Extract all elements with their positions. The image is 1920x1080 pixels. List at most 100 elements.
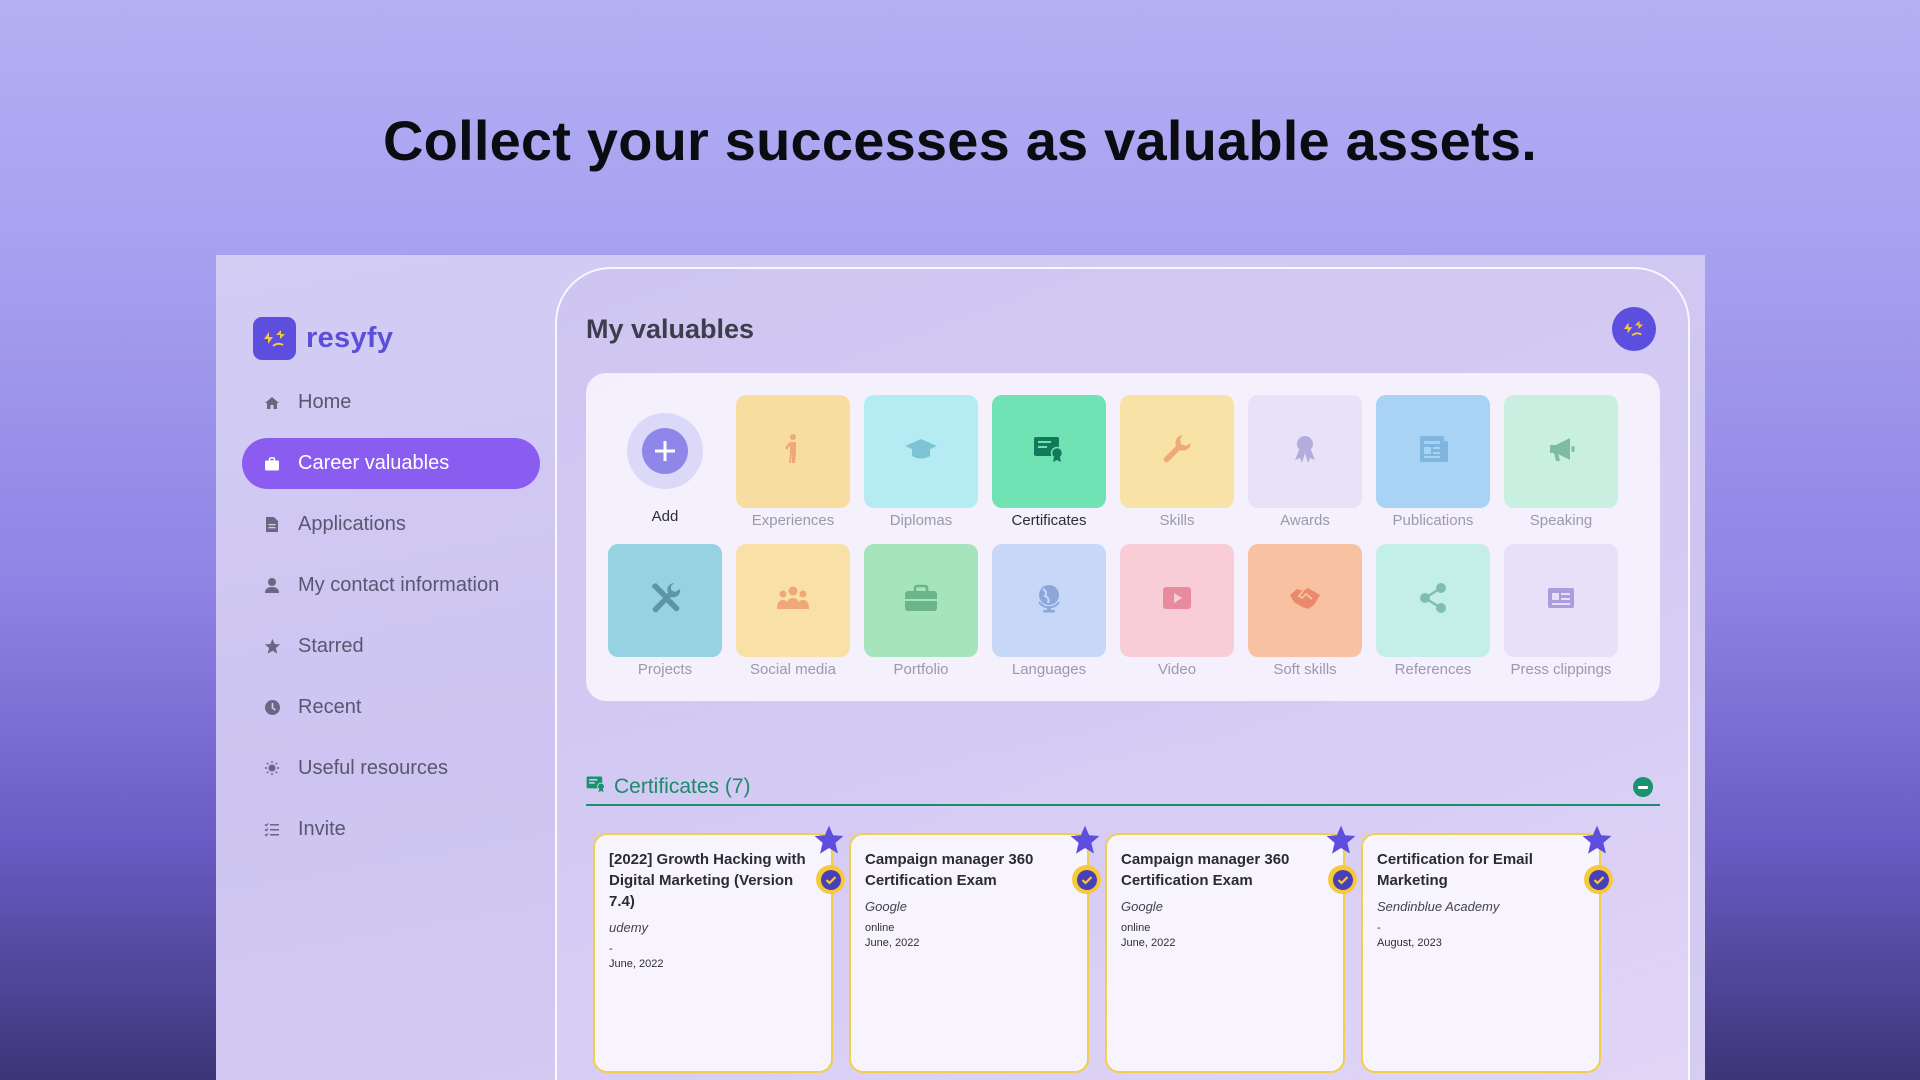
logo[interactable]: resyfy (253, 317, 393, 360)
sidebar-item-label: Invite (298, 818, 346, 840)
sidebar-item-recent[interactable]: Recent (242, 682, 540, 733)
star-icon (262, 637, 282, 657)
category-skills[interactable]: Skills (1120, 395, 1234, 529)
category-label: Publications (1392, 512, 1474, 529)
person-icon (262, 576, 282, 596)
star-icon[interactable] (1069, 824, 1101, 861)
card-date: June, 2022 (865, 937, 920, 949)
people-icon (776, 585, 810, 616)
star-icon[interactable] (1325, 824, 1357, 861)
document-icon (262, 515, 282, 535)
sidebar: resyfy Home Career valuables Application… (216, 255, 546, 1080)
sidebar-item-applications[interactable]: Applications (242, 499, 540, 550)
globe-icon (1034, 582, 1064, 619)
category-awards[interactable]: Awards (1248, 395, 1362, 529)
category-publications[interactable]: Publications (1376, 395, 1490, 529)
certificate-card[interactable]: Certification for Email Marketing Sendin… (1361, 825, 1613, 1073)
person-walking-icon (781, 433, 805, 470)
certificate-icon (1033, 435, 1065, 468)
add-label: Add (651, 508, 679, 525)
category-label: Certificates (1011, 512, 1087, 529)
card-issuer: Sendinblue Academy (1377, 899, 1500, 914)
home-icon (262, 393, 282, 413)
verified-badge-icon (1072, 865, 1101, 894)
category-tile (1376, 544, 1490, 657)
category-tile (1504, 544, 1618, 657)
list-check-icon (262, 820, 282, 840)
category-label: References (1394, 661, 1472, 678)
sidebar-item-label: Recent (298, 696, 362, 718)
sidebar-item-home[interactable]: Home (242, 377, 540, 428)
category-label: Diplomas (889, 512, 953, 529)
category-tile (1248, 395, 1362, 508)
id-card-icon (1547, 586, 1575, 615)
sidebar-item-invite[interactable]: Invite (242, 804, 540, 855)
category-tile (864, 544, 978, 657)
sidebar-item-label: Applications (298, 513, 406, 535)
certificate-card[interactable]: Campaign manager 360 Certification Exam … (849, 825, 1101, 1073)
category-tile (864, 395, 978, 508)
category-label: Soft skills (1273, 661, 1337, 678)
category-languages[interactable]: Languages (992, 544, 1106, 678)
share-icon (1418, 582, 1448, 619)
certificate-card[interactable]: Campaign manager 360 Certification Exam … (1105, 825, 1357, 1073)
category-portfolio[interactable]: Portfolio (864, 544, 978, 678)
lightbulb-icon (262, 759, 282, 779)
sidebar-item-career-valuables[interactable]: Career valuables (242, 438, 540, 489)
category-tile (1120, 395, 1234, 508)
card-issuer: udemy (609, 920, 649, 935)
sidebar-item-useful-resources[interactable]: Useful resources (242, 743, 540, 794)
category-label: Projects (637, 661, 693, 678)
category-certificates[interactable]: Certificates (992, 395, 1106, 529)
category-diplomas[interactable]: Diplomas (864, 395, 978, 529)
avatar[interactable] (1612, 307, 1656, 351)
sidebar-nav: Home Career valuables Applications My co… (242, 377, 540, 865)
category-soft-skills[interactable]: Soft skills (1248, 544, 1362, 678)
add-valuable-button[interactable]: Add (608, 395, 722, 525)
sidebar-item-contact-information[interactable]: My contact information (242, 560, 540, 611)
verified-badge-icon (1328, 865, 1357, 894)
card-title: [2022] Growth Hacking with Digital Marke… (609, 851, 806, 910)
play-icon (1162, 586, 1192, 615)
category-projects[interactable]: Projects (608, 544, 722, 678)
page-title: My valuables (586, 314, 755, 344)
certificate-card[interactable]: [2022] Growth Hacking with Digital Marke… (593, 825, 845, 1073)
handshake-icon (1288, 585, 1322, 616)
category-label: Video (1157, 661, 1197, 678)
card-title: Certification for Email Marketing (1377, 851, 1533, 889)
card-location: - (1377, 922, 1381, 934)
category-video[interactable]: Video (1120, 544, 1234, 678)
category-tile (992, 544, 1106, 657)
sidebar-item-label: Career valuables (298, 452, 450, 474)
category-label: Awards (1280, 512, 1330, 529)
card-date: August, 2023 (1377, 937, 1442, 949)
card-issuer: Google (1121, 899, 1163, 914)
category-press-clippings[interactable]: Press clippings (1504, 544, 1618, 678)
briefcase-icon (262, 454, 282, 474)
category-references[interactable]: References (1376, 544, 1490, 678)
star-icon[interactable] (813, 824, 845, 861)
category-tile (1120, 544, 1234, 657)
award-icon (1291, 433, 1319, 470)
card-date: June, 2022 (609, 958, 664, 970)
category-speaking[interactable]: Speaking (1504, 395, 1618, 529)
sidebar-item-label: Starred (298, 635, 364, 657)
megaphone-icon (1546, 435, 1576, 468)
category-tile (992, 395, 1106, 508)
category-grid: Add Experiences Diplomas Certificates Sk… (586, 373, 1660, 701)
category-tile (608, 544, 722, 657)
category-label: Portfolio (893, 661, 949, 678)
card-title: Campaign manager 360 Certification Exam (1121, 851, 1290, 889)
category-experiences[interactable]: Experiences (736, 395, 850, 529)
sidebar-item-label: Useful resources (298, 757, 449, 779)
card-date: June, 2022 (1121, 937, 1176, 949)
collapse-button[interactable] (1633, 777, 1653, 797)
section-header[interactable]: Certificates (7) (586, 769, 1660, 806)
sidebar-item-starred[interactable]: Starred (242, 621, 540, 672)
category-social-media[interactable]: Social media (736, 544, 850, 678)
star-icon[interactable] (1581, 824, 1613, 861)
category-label: Speaking (1529, 512, 1593, 529)
graduation-cap-icon (904, 436, 938, 467)
category-label: Experiences (751, 512, 835, 529)
category-tile (1504, 395, 1618, 508)
